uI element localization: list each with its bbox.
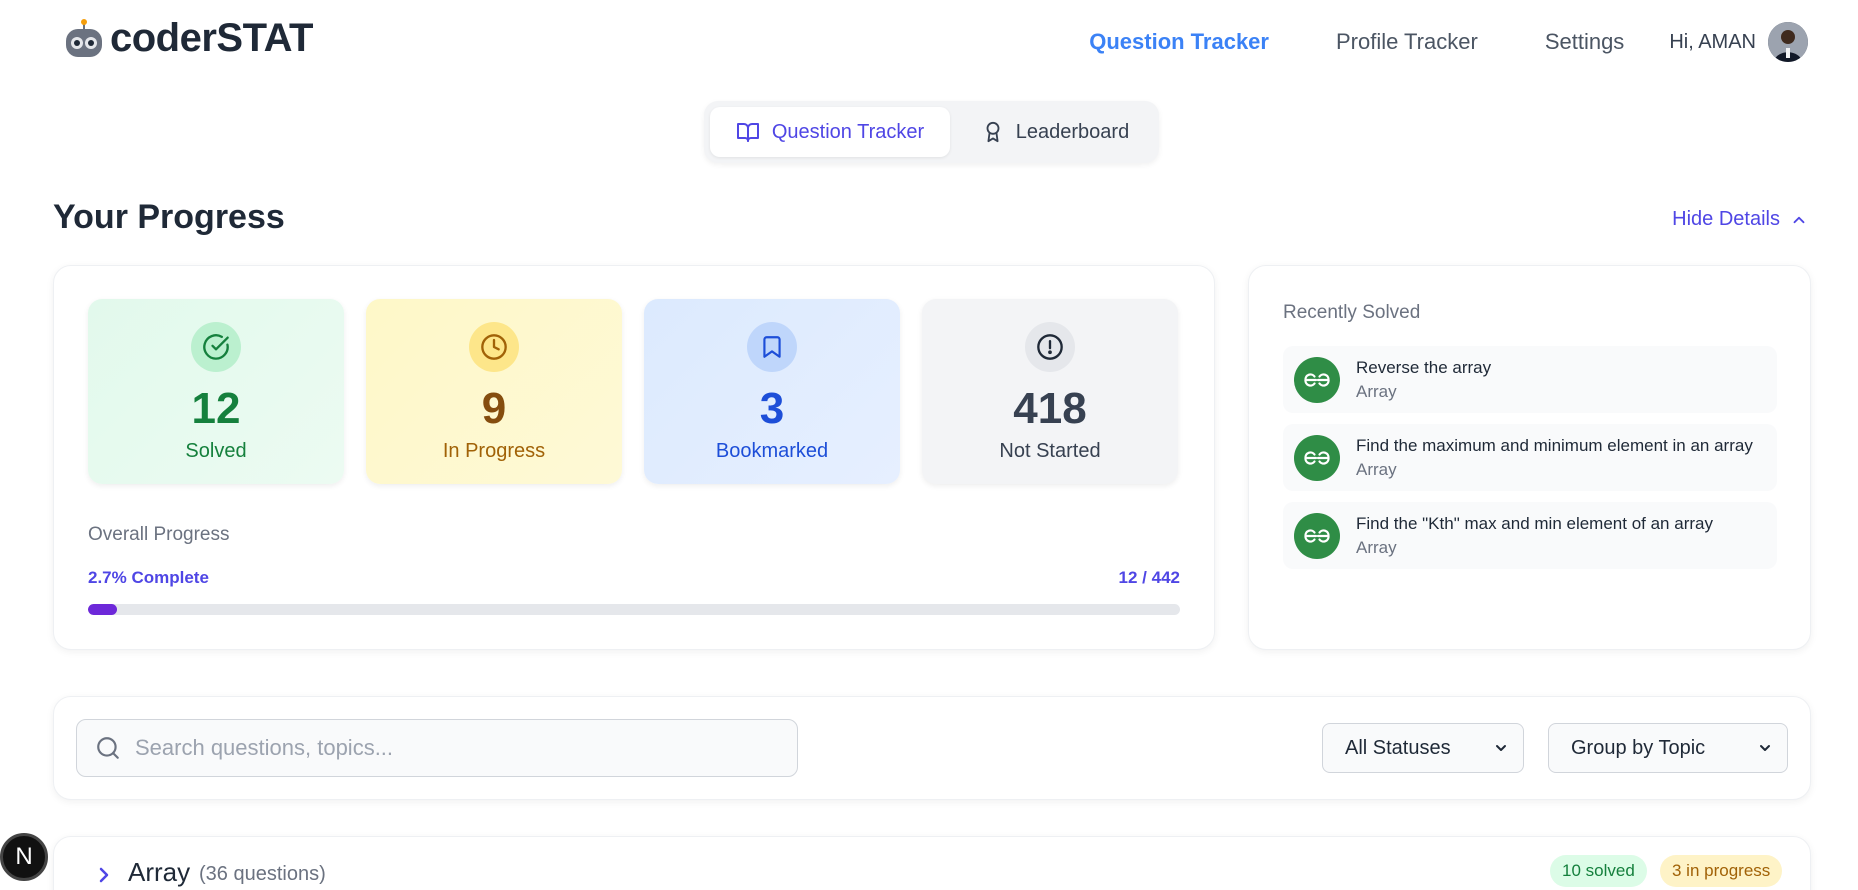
topic-row-array[interactable]: Array (36 questions) 10 solved 3 in prog… — [53, 836, 1811, 890]
hide-details-button[interactable]: Hide Details — [1672, 208, 1808, 231]
nav-profile-tracker[interactable]: Profile Tracker — [1336, 29, 1478, 55]
tab-leaderboard[interactable]: Leaderboard — [958, 107, 1153, 157]
clock-icon — [481, 334, 507, 360]
question-name: Reverse the array — [1356, 357, 1492, 377]
avatar[interactable] — [1768, 22, 1808, 62]
status-select[interactable]: All Statuses — [1322, 723, 1524, 773]
in-progress-badge: 3 in progress — [1660, 855, 1783, 887]
chevron-up-icon — [1793, 216, 1805, 223]
stat-solved-value: 12 — [191, 384, 241, 433]
robot-logo-icon — [66, 18, 102, 57]
check-circle-icon — [203, 334, 229, 360]
progress-bar — [88, 604, 1180, 615]
group-select[interactable]: Group by Topic — [1548, 723, 1788, 773]
stat-bookmarked[interactable]: 3 Bookmarked — [644, 299, 900, 484]
gfg-logo-icon — [1294, 434, 1340, 481]
list-item[interactable]: Reverse the array Array — [1283, 346, 1777, 413]
filter-bar: All Statuses Group by Topic — [53, 696, 1811, 800]
topic-name: Array — [128, 857, 191, 887]
stat-solved-icon-wrap — [191, 322, 241, 372]
overall-progress-label: Overall Progress — [88, 524, 230, 545]
gfg-logo-icon — [1294, 512, 1340, 559]
search-icon — [97, 737, 119, 759]
chevron-right-icon[interactable] — [92, 863, 116, 887]
chevron-down-icon — [1496, 745, 1506, 751]
stat-solved-label: Solved — [185, 440, 247, 462]
list-item-text: Find the maximum and minimum element in … — [1356, 436, 1753, 480]
nextjs-indicator[interactable]: N — [0, 833, 48, 881]
stat-not-started-label: Not Started — [999, 440, 1101, 462]
alert-circle-icon — [1037, 334, 1063, 360]
stat-not-started-icon-wrap — [1025, 322, 1075, 372]
nav-links: Question Tracker Profile Tracker Setting… — [1089, 20, 1808, 64]
logo[interactable]: coderSTAT — [62, 16, 313, 61]
progress-percent: 2.7% Complete — [88, 568, 209, 587]
top-navbar: coderSTAT Question Tracker Profile Track… — [0, 0, 1858, 84]
stat-not-started[interactable]: 418 Not Started — [922, 299, 1178, 484]
progress-count: 12 / 442 — [1118, 568, 1180, 587]
list-item-text: Reverse the array Array — [1356, 358, 1491, 402]
stat-bookmarked-icon-wrap — [747, 322, 797, 372]
stat-in-progress[interactable]: 9 In Progress — [366, 299, 622, 484]
chevron-down-icon — [1760, 745, 1770, 751]
status-select-value: All Statuses — [1345, 736, 1451, 759]
view-switcher: Question Tracker Leaderboard — [704, 101, 1159, 163]
award-icon — [986, 121, 1000, 143]
progress-stats-card: 12 Solved 9 In Progress 3 Bookmarked 418… — [53, 265, 1215, 650]
list-item[interactable]: Find the maximum and minimum element in … — [1283, 424, 1777, 491]
list-item[interactable]: Find the "Kth" max and min element of an… — [1283, 502, 1777, 569]
stat-not-started-value: 418 — [1013, 384, 1087, 433]
topic-question-count: (36 questions) — [199, 863, 326, 885]
search-box — [76, 719, 798, 777]
search-input[interactable] — [135, 735, 775, 761]
stat-bookmarked-value: 3 — [759, 384, 785, 433]
progress-bar-fill — [88, 604, 118, 615]
question-topic: Array — [1356, 459, 1397, 479]
nav-settings[interactable]: Settings — [1545, 29, 1625, 55]
recently-solved-card: Recently Solved Reverse the array Array — [1248, 265, 1811, 650]
hide-details-label: Hide Details — [1672, 208, 1780, 230]
logo-text: coderSTAT — [110, 16, 313, 60]
nextjs-indicator-label: N — [15, 843, 33, 870]
page-title: Your Progress — [53, 198, 285, 236]
tab-question-tracker-label: Question Tracker — [771, 120, 925, 143]
stat-in-progress-value: 9 — [481, 384, 507, 433]
nav-question-tracker[interactable]: Question Tracker — [1089, 29, 1269, 55]
bookmark-icon — [763, 336, 781, 358]
stat-solved[interactable]: 12 Solved — [88, 299, 344, 484]
question-name: Find the maximum and minimum element in … — [1356, 435, 1753, 455]
group-select-value: Group by Topic — [1571, 736, 1706, 759]
question-topic: Array — [1356, 537, 1397, 557]
question-topic: Array — [1356, 381, 1397, 401]
tab-leaderboard-label: Leaderboard — [1015, 120, 1130, 143]
recently-solved-list: Reverse the array Array Find the maximum… — [1283, 346, 1777, 580]
recently-solved-title: Recently Solved — [1283, 302, 1421, 323]
avatar-image — [1768, 22, 1808, 62]
stat-bookmarked-label: Bookmarked — [715, 440, 829, 462]
list-item-text: Find the "Kth" max and min element of an… — [1356, 514, 1713, 558]
stat-in-progress-icon-wrap — [469, 322, 519, 372]
gfg-logo-icon — [1294, 356, 1340, 403]
tab-question-tracker[interactable]: Question Tracker — [710, 107, 950, 157]
book-open-icon — [736, 123, 759, 142]
user-greeting: Hi, AMAN — [1669, 30, 1756, 53]
stat-in-progress-label: In Progress — [442, 440, 546, 462]
question-name: Find the "Kth" max and min element of an… — [1356, 513, 1713, 533]
solved-badge: 10 solved — [1550, 855, 1647, 887]
